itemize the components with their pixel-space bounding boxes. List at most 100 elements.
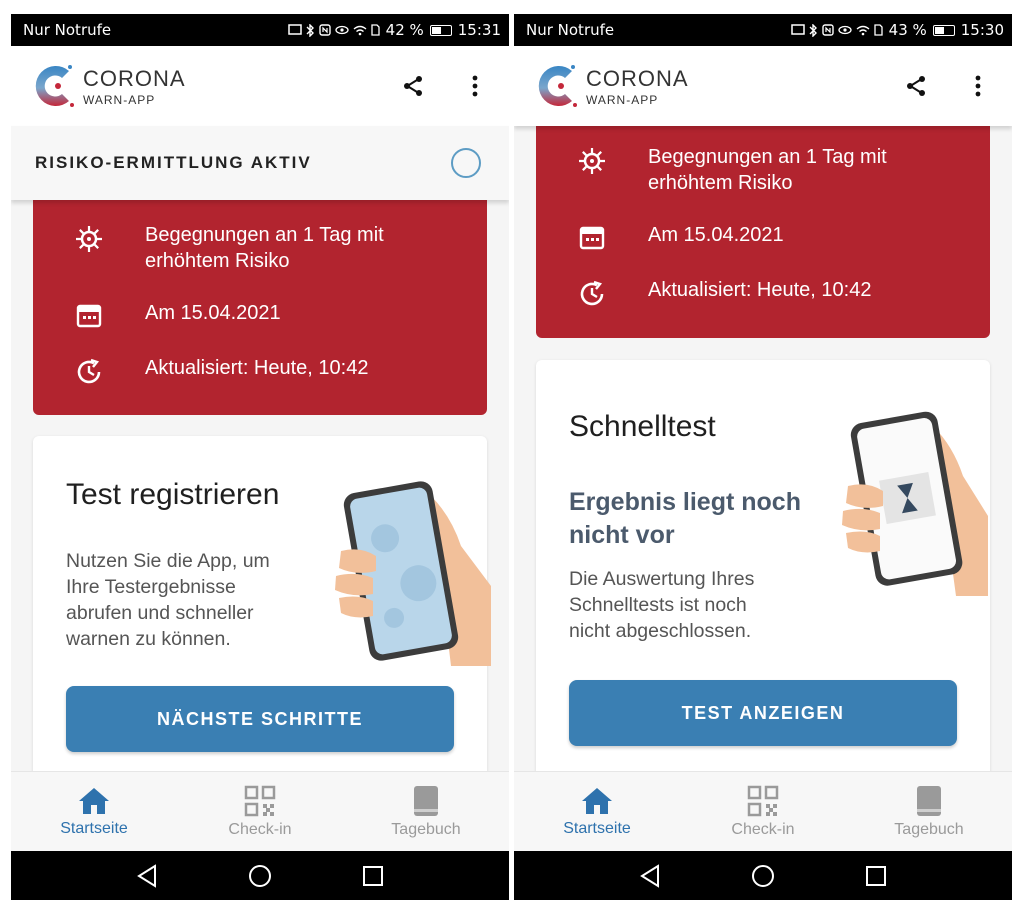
diary-book-icon xyxy=(917,785,941,816)
nav-item-checkin[interactable]: Check-in xyxy=(680,772,846,851)
carrier-label: Nur Notrufe xyxy=(526,21,615,39)
nav-item-diary[interactable]: Tagebuch xyxy=(846,772,1012,851)
home-button-icon[interactable] xyxy=(245,861,275,891)
card-description-line: Ihre Testergebnisse xyxy=(66,576,236,598)
home-icon xyxy=(582,787,612,814)
nav-label-checkin: Check-in xyxy=(731,820,795,838)
sim-icon xyxy=(874,24,883,36)
risk-encounters-line2: erhöhtem Risiko xyxy=(145,250,290,272)
nav-label-diary: Tagebuch xyxy=(894,820,964,838)
card-description-line: nicht abgeschlossen. xyxy=(569,620,752,642)
status-bar: Nur Notrufe 43 % 15:30 xyxy=(514,14,1012,46)
clock-refresh-icon xyxy=(536,277,648,309)
nav-label-home: Startseite xyxy=(60,819,128,837)
risk-card[interactable]: Begegnungen an 1 Tag mit erhöhtem Risiko… xyxy=(536,126,990,338)
status-icons xyxy=(790,23,883,37)
app-bar: CORONA WARN-APP xyxy=(514,46,1012,126)
risk-encounters-line1: Begegnungen an 1 Tag mit xyxy=(145,224,384,246)
bottom-navigation: Startseite Check-in Tagebuch xyxy=(11,771,509,851)
corona-warn-logo-icon xyxy=(538,65,577,107)
recents-icon[interactable] xyxy=(358,861,388,891)
nav-item-home[interactable]: Startseite xyxy=(514,772,680,851)
logo-title: CORONA xyxy=(586,65,689,91)
card-description: Die Auswertung Ihres Schnelltests ist no… xyxy=(569,566,754,644)
risk-updated: Aktualisiert: Heute, 10:42 xyxy=(648,279,872,301)
bottom-navigation: Startseite Check-in Tagebuch xyxy=(514,771,1012,851)
nav-item-home[interactable]: Startseite xyxy=(11,772,177,851)
nfc-icon xyxy=(318,24,331,36)
risk-row-encounters: Begegnungen an 1 Tag mit erhöhtem Risiko xyxy=(33,222,487,274)
card-status-subtitle: Ergebnis liegt noch nicht vor xyxy=(569,486,801,552)
recents-icon[interactable] xyxy=(861,861,891,891)
clock-time: 15:30 xyxy=(960,21,1004,39)
risk-row-date: Am 15.04.2021 xyxy=(536,222,990,250)
back-icon[interactable] xyxy=(132,861,162,891)
card-description-line: Nutzen Sie die App, um xyxy=(66,550,270,572)
wifi-icon xyxy=(353,25,367,35)
home-button-icon[interactable] xyxy=(748,861,778,891)
risk-updated: Aktualisiert: Heute, 10:42 xyxy=(145,357,369,379)
battery-percent: 42 % xyxy=(385,21,424,39)
card-description-line: Schnelltests ist noch xyxy=(569,594,747,616)
risk-row-date: Am 15.04.2021 xyxy=(33,300,487,328)
nav-item-checkin[interactable]: Check-in xyxy=(177,772,343,851)
risk-status-header: RISIKO-ERMITTLUNG AKTIV xyxy=(11,126,509,200)
logo-title: CORONA xyxy=(83,65,186,91)
more-options-icon[interactable] xyxy=(461,72,489,100)
app-logo: CORONA WARN-APP xyxy=(534,61,689,111)
loading-spinner-icon xyxy=(451,148,481,178)
risk-status-title: RISIKO-ERMITTLUNG AKTIV xyxy=(35,153,312,172)
system-navigation-bar xyxy=(514,851,1012,900)
logo-subtitle: WARN-APP xyxy=(586,92,659,107)
home-icon xyxy=(79,787,109,814)
calendar-icon xyxy=(33,300,145,328)
clock-time: 15:31 xyxy=(457,21,501,39)
share-icon[interactable] xyxy=(902,72,930,100)
card-status-line: nicht vor xyxy=(569,521,675,549)
nav-label-diary: Tagebuch xyxy=(391,820,461,838)
system-navigation-bar xyxy=(11,851,509,900)
battery-percent: 43 % xyxy=(888,21,927,39)
qr-code-icon xyxy=(747,785,779,816)
app-bar: CORONA WARN-APP xyxy=(11,46,509,126)
corona-warn-logo-icon xyxy=(35,65,74,107)
eye-icon xyxy=(838,25,852,35)
risk-row-encounters: Begegnungen an 1 Tag mit erhöhtem Risiko xyxy=(536,144,990,196)
risk-row-updated: Aktualisiert: Heute, 10:42 xyxy=(33,355,487,387)
battery-icon xyxy=(932,24,955,36)
phone-in-hand-illustration xyxy=(335,481,491,666)
carrier-label: Nur Notrufe xyxy=(23,21,112,39)
show-test-button[interactable]: TEST ANZEIGEN xyxy=(569,680,957,746)
risk-date: Am 15.04.2021 xyxy=(648,224,784,246)
status-bar: Nur Notrufe 42 % 15:31 xyxy=(11,14,509,46)
more-options-icon[interactable] xyxy=(964,72,992,100)
risk-row-updated: Aktualisiert: Heute, 10:42 xyxy=(536,277,990,309)
card-title: Test registrieren xyxy=(66,478,280,511)
share-icon[interactable] xyxy=(399,72,427,100)
risk-encounters-line2: erhöhtem Risiko xyxy=(648,172,793,194)
diary-book-icon xyxy=(414,785,438,816)
risk-date: Am 15.04.2021 xyxy=(145,302,281,324)
eye-icon xyxy=(335,25,349,35)
rapid-test-card[interactable]: Schnelltest Ergebnis liegt noch nicht vo… xyxy=(536,360,990,780)
logo-subtitle: WARN-APP xyxy=(83,92,156,107)
bluetooth-icon xyxy=(306,23,314,37)
card-description: Nutzen Sie die App, um Ihre Testergebnis… xyxy=(66,548,270,652)
cast-icon xyxy=(287,24,302,35)
card-description-line: warnen zu können. xyxy=(66,628,231,650)
next-steps-button[interactable]: NÄCHSTE SCHRITTE xyxy=(66,686,454,752)
virus-icon xyxy=(33,222,145,254)
back-icon[interactable] xyxy=(635,861,665,891)
test-register-card[interactable]: Test registrieren Nutzen Sie die App, um… xyxy=(33,436,491,786)
calendar-icon xyxy=(536,222,648,250)
card-title: Schnelltest xyxy=(569,410,716,443)
qr-code-icon xyxy=(244,785,276,816)
status-icons xyxy=(287,23,380,37)
bluetooth-icon xyxy=(809,23,817,37)
sim-icon xyxy=(371,24,380,36)
nav-item-diary[interactable]: Tagebuch xyxy=(343,772,509,851)
card-description-line: Die Auswertung Ihres xyxy=(569,568,755,590)
risk-card[interactable]: Begegnungen an 1 Tag mit erhöhtem Risiko… xyxy=(33,200,487,415)
risk-encounters-line1: Begegnungen an 1 Tag mit xyxy=(648,146,887,168)
phone-with-hourglass-illustration xyxy=(842,411,988,596)
